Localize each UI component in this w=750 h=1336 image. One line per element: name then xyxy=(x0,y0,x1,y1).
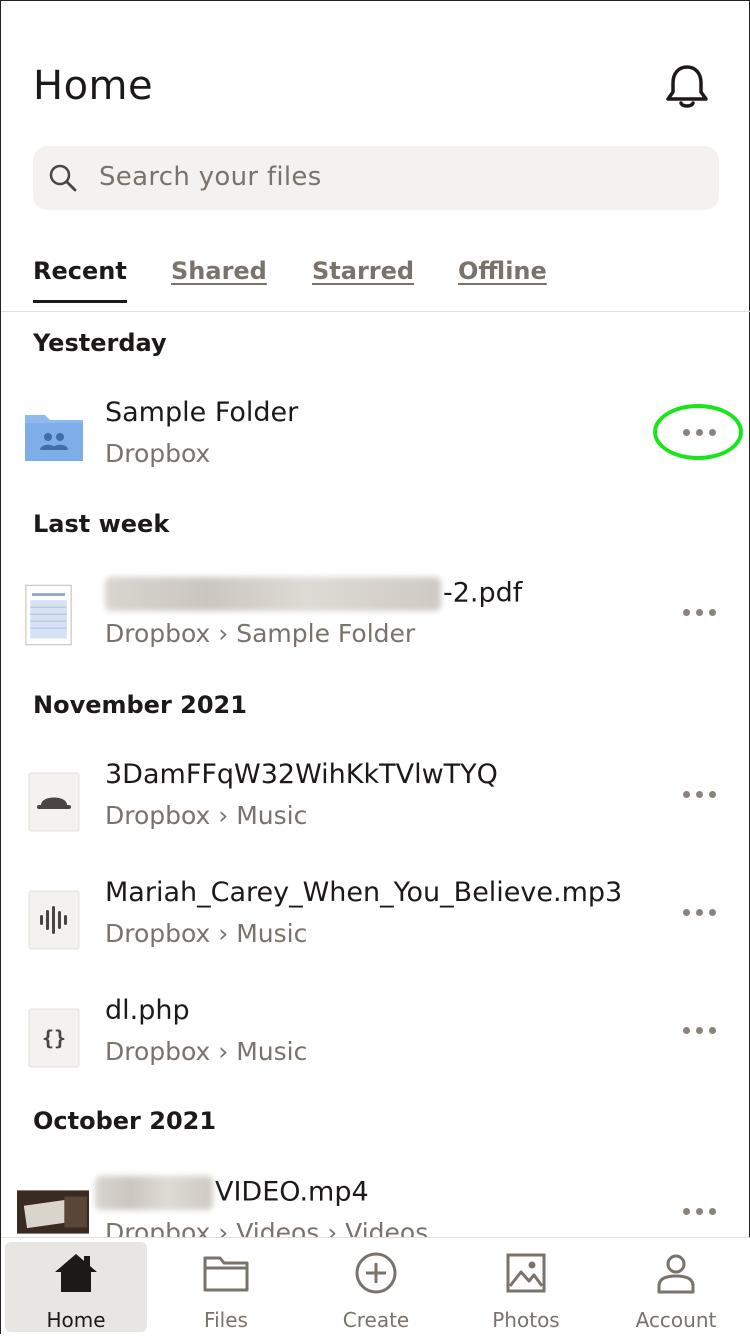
pdf-thumbnail xyxy=(25,584,72,646)
more-icon xyxy=(673,599,725,616)
nav-label: Photos xyxy=(492,1308,560,1332)
more-icon xyxy=(673,899,725,916)
list-item[interactable]: Sample Folder Dropbox xyxy=(1,397,750,507)
search-placeholder: Search your files xyxy=(99,162,322,192)
tab-recent[interactable]: Recent xyxy=(33,257,127,303)
file-tabs: Recent Shared Starred Offline xyxy=(1,249,750,312)
nav-home[interactable]: Home xyxy=(5,1242,147,1332)
audio-file-icon xyxy=(28,890,80,950)
more-options-button[interactable] xyxy=(673,781,725,811)
file-name: Mariah_Carey_When_You_Believe.mp3 xyxy=(105,877,623,908)
more-options-button[interactable] xyxy=(673,599,725,629)
folder-icon xyxy=(203,1256,249,1292)
file-name: dl.php xyxy=(105,995,190,1026)
tab-shared[interactable]: Shared xyxy=(171,257,267,285)
home-icon xyxy=(55,1254,97,1292)
nav-account[interactable]: Account xyxy=(601,1238,750,1336)
list-item[interactable]: Mariah_Carey_When_You_Believe.mp3 Dropbo… xyxy=(1,877,750,987)
nav-label: Home xyxy=(46,1308,106,1332)
nav-label: Create xyxy=(342,1308,410,1332)
nav-create[interactable]: Create xyxy=(301,1238,451,1336)
nav-files[interactable]: Files xyxy=(151,1238,301,1336)
file-name: Sample Folder xyxy=(105,397,299,428)
file-path: Dropbox xyxy=(105,439,211,468)
section-yesterday: Yesterday xyxy=(33,329,167,357)
list-item[interactable]: {} dl.php Dropbox › Music xyxy=(1,995,750,1105)
file-path: Dropbox › Music xyxy=(105,801,308,830)
more-icon xyxy=(673,1198,725,1215)
photo-icon xyxy=(506,1253,546,1293)
file-name: -2.pdf xyxy=(105,577,522,611)
shared-folder-icon xyxy=(25,415,83,461)
unknown-file-icon xyxy=(28,772,80,832)
person-icon xyxy=(657,1254,695,1294)
nav-label: Account xyxy=(635,1308,717,1332)
more-icon xyxy=(673,1017,725,1034)
list-item[interactable]: -2.pdf Dropbox › Sample Folder xyxy=(1,577,750,687)
svg-text:{}: {} xyxy=(42,1026,66,1050)
more-options-button[interactable] xyxy=(673,899,725,929)
section-last-week: Last week xyxy=(33,510,170,538)
highlight-ring xyxy=(653,404,743,460)
notification-bell-icon[interactable] xyxy=(661,61,713,113)
file-name: 3DamFFqW32WihKkTVlwTYQ xyxy=(105,759,498,790)
tab-offline[interactable]: Offline xyxy=(458,257,547,285)
nav-label: Files xyxy=(204,1308,248,1332)
more-icon xyxy=(673,781,725,798)
code-file-icon: {} xyxy=(28,1008,80,1068)
nav-photos[interactable]: Photos xyxy=(451,1238,601,1336)
page-title: Home xyxy=(33,63,154,109)
more-options-button[interactable] xyxy=(673,1198,725,1228)
file-name: VIDEO.mp4 xyxy=(95,1176,369,1210)
section-november: November 2021 xyxy=(33,691,247,719)
file-path: Dropbox › Sample Folder xyxy=(105,619,416,648)
search-icon xyxy=(49,164,77,192)
section-october: October 2021 xyxy=(33,1107,217,1135)
more-options-button[interactable] xyxy=(673,1017,725,1047)
search-bar[interactable]: Search your files xyxy=(33,146,719,210)
bottom-nav: Home Files Create Photos Account xyxy=(1,1237,750,1336)
file-path: Dropbox › Music xyxy=(105,1037,308,1066)
plus-circle-icon xyxy=(355,1252,397,1294)
file-path: Dropbox › Music xyxy=(105,919,308,948)
tab-starred[interactable]: Starred xyxy=(312,257,414,285)
list-item[interactable]: 3DamFFqW32WihKkTVlwTYQ Dropbox › Music xyxy=(1,759,750,869)
video-thumbnail xyxy=(17,1190,89,1234)
